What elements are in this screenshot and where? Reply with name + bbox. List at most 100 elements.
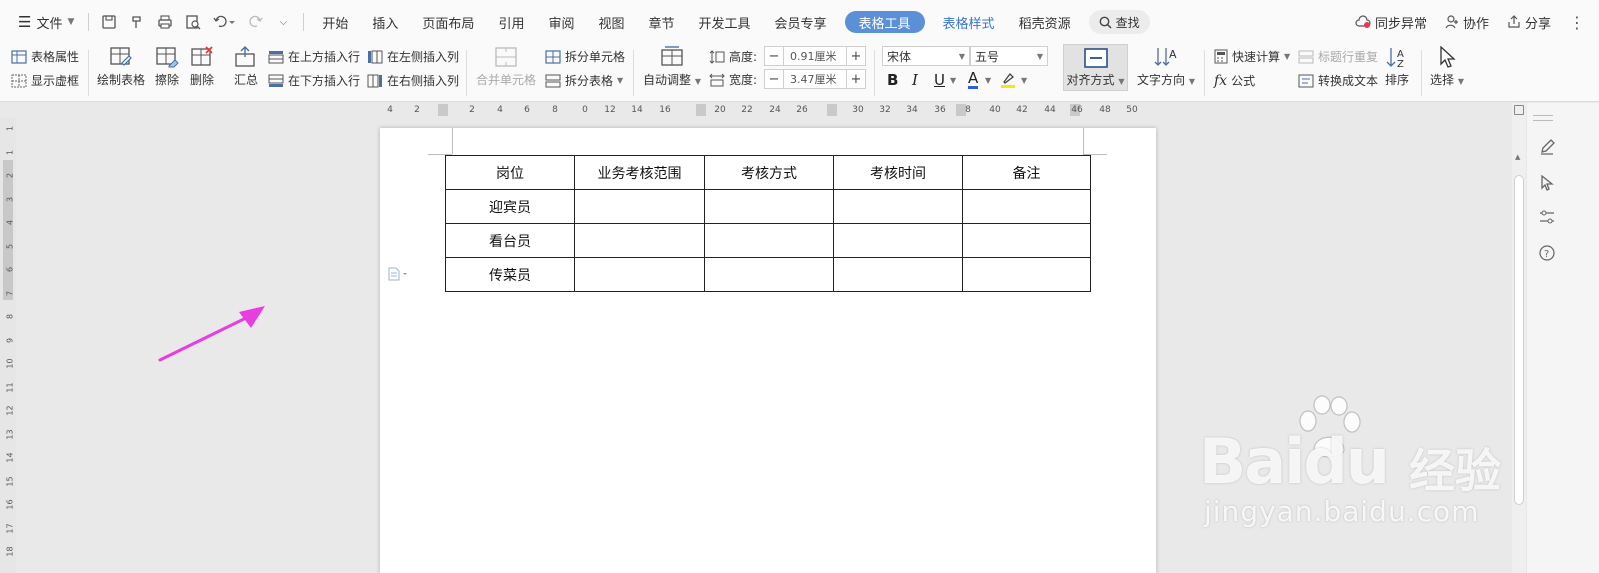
ruler-tick-label: 26: [796, 105, 808, 115]
quick-access-more-icon[interactable]: ⌵: [269, 8, 297, 36]
insert-col-right-button[interactable]: 在右侧插入列: [367, 72, 459, 89]
separator: [88, 13, 90, 31]
table-header-cell[interactable]: 岗位: [445, 155, 575, 190]
paragraph-options-icon[interactable]: [387, 267, 409, 284]
tab-table-style[interactable]: 表格样式: [931, 8, 1007, 36]
tab-docer-resources[interactable]: 稻壳资源: [1007, 8, 1083, 36]
select-button[interactable]: 选择 ▼: [1430, 46, 1464, 88]
ruler-column-marker[interactable]: [827, 104, 837, 116]
table-header-cell[interactable]: 备注: [962, 155, 1091, 190]
table-cell[interactable]: 看台员: [445, 223, 575, 258]
row-height-stepper[interactable]: − 0.91厘米 +: [764, 46, 866, 66]
print-icon[interactable]: [151, 8, 179, 36]
table-header-cell[interactable]: 考核时间: [833, 155, 963, 190]
table-cell[interactable]: [574, 257, 705, 292]
file-menu[interactable]: ☰ 文件 ▼: [10, 8, 82, 36]
table-cell[interactable]: [833, 257, 963, 292]
document-table[interactable]: 岗位 业务考核范围 考核方式 考核时间 备注 迎宾员 看台员 传菜员: [445, 155, 1091, 292]
align-button[interactable]: 对齐方式 ▼: [1063, 44, 1128, 91]
table-cell[interactable]: [574, 223, 705, 258]
table-cell[interactable]: 传菜员: [445, 257, 575, 292]
underline-button[interactable]: U: [934, 71, 945, 89]
repeat-header-button[interactable]: 标题行重复: [1298, 48, 1378, 65]
tab-table-tools[interactable]: 表格工具: [844, 11, 925, 33]
col-width-input[interactable]: 3.47厘米: [783, 70, 847, 88]
col-width-stepper[interactable]: − 3.47厘米 +: [764, 69, 866, 89]
underline-dropdown-icon[interactable]: ▼: [950, 76, 956, 85]
convert-to-text-button[interactable]: 转换成文本: [1298, 72, 1378, 89]
table-cell[interactable]: [704, 189, 834, 224]
font-name-select[interactable]: 宋体 ▼: [882, 46, 970, 66]
tab-insert[interactable]: 插入: [360, 8, 410, 36]
tab-developer[interactable]: 开发工具: [687, 8, 763, 36]
print-preview-icon[interactable]: [179, 8, 207, 36]
auto-fit-button[interactable]: 自动调整 ▼: [643, 46, 701, 88]
formula-button[interactable]: fx 公式: [1214, 72, 1255, 89]
sort-button[interactable]: AZ 排序: [1385, 46, 1409, 88]
highlight-button[interactable]: ▼: [999, 71, 1027, 89]
merge-cells-button[interactable]: 合并单元格: [476, 46, 536, 88]
width-increase-button[interactable]: +: [847, 70, 865, 88]
table-properties-button[interactable]: 表格属性: [11, 48, 79, 65]
scroll-up-arrow-icon[interactable]: ▲: [1515, 153, 1520, 161]
select-pointer-icon[interactable]: [1537, 173, 1557, 193]
font-color-button[interactable]: A: [968, 71, 979, 89]
insert-row-above-button[interactable]: 在上方插入行: [268, 48, 360, 65]
table-cell[interactable]: [962, 257, 1091, 292]
split-table-button[interactable]: 拆分表格 ▼: [545, 72, 623, 89]
insert-row-below-button[interactable]: 在下方插入行: [268, 72, 360, 89]
tab-view[interactable]: 视图: [586, 8, 636, 36]
search-button[interactable]: 查找: [1088, 10, 1150, 34]
table-cell[interactable]: [704, 223, 834, 258]
table-cell[interactable]: [833, 223, 963, 258]
help-icon[interactable]: ?: [1537, 243, 1557, 263]
height-decrease-button[interactable]: −: [765, 47, 783, 65]
row-height-input[interactable]: 0.91厘米: [783, 47, 847, 65]
font-color-dropdown-icon[interactable]: ▼: [985, 76, 991, 85]
width-decrease-button[interactable]: −: [765, 70, 783, 88]
table-header-cell[interactable]: 业务考核范围: [574, 155, 705, 190]
erase-button[interactable]: 擦除: [155, 46, 179, 88]
table-cell[interactable]: [704, 257, 834, 292]
table-cell[interactable]: [574, 189, 705, 224]
tab-chapter[interactable]: 章节: [636, 8, 686, 36]
delete-button[interactable]: 删除: [190, 46, 214, 88]
split-cells-button[interactable]: 拆分单元格: [545, 48, 625, 65]
font-size-select[interactable]: 五号 ▼: [970, 46, 1048, 66]
scroll-top-button[interactable]: [1514, 105, 1524, 115]
horizontal-ruler[interactable]: 4 2 2 4 6 8 0 12 14 16 20 22 24 26 30 32 34 36 8 40 42 44 46 48…: [380, 103, 1500, 119]
table-header-cell[interactable]: 考核方式: [704, 155, 834, 190]
table-cell[interactable]: [962, 189, 1091, 224]
share-button[interactable]: 分享: [1507, 8, 1551, 36]
text-direction-button[interactable]: A 文字方向 ▼: [1137, 46, 1195, 88]
ruler-column-marker[interactable]: [438, 104, 448, 116]
more-menu-icon[interactable]: ⋮: [1569, 8, 1585, 36]
collaborate-button[interactable]: 协作: [1445, 8, 1489, 36]
table-cell[interactable]: [962, 223, 1091, 258]
adjust-sliders-icon[interactable]: [1537, 207, 1557, 227]
insert-col-left-button[interactable]: 在左侧插入列: [367, 48, 459, 65]
tab-home[interactable]: 开始: [310, 8, 360, 36]
redo-icon[interactable]: [241, 8, 269, 36]
summary-button[interactable]: 汇总: [234, 46, 258, 88]
format-painter-icon[interactable]: [123, 8, 151, 36]
sync-status[interactable]: 同步异常: [1355, 8, 1427, 36]
table-cell[interactable]: [833, 189, 963, 224]
draw-table-button[interactable]: 绘制表格: [97, 46, 145, 88]
document-page[interactable]: 岗位 业务考核范围 考核方式 考核时间 备注 迎宾员 看台员 传菜员: [380, 128, 1156, 573]
tab-member[interactable]: 会员专享: [763, 8, 839, 36]
undo-icon[interactable]: [207, 8, 241, 36]
bold-button[interactable]: B: [887, 71, 898, 89]
save-icon[interactable]: [95, 8, 123, 36]
italic-button[interactable]: I: [912, 71, 918, 89]
tab-page-layout[interactable]: 页面布局: [410, 8, 486, 36]
edit-pen-icon[interactable]: [1537, 137, 1557, 157]
tab-review[interactable]: 审阅: [536, 8, 586, 36]
tab-references[interactable]: 引用: [486, 8, 536, 36]
vertical-ruler[interactable]: 1 1 2 3 4 5 6 7 8 9 10 11 12 13 14 15 16 17 18: [0, 118, 16, 573]
height-increase-button[interactable]: +: [847, 47, 865, 65]
ruler-column-marker[interactable]: [696, 104, 706, 116]
quick-calc-button[interactable]: 快速计算 ▼: [1214, 48, 1290, 65]
table-cell[interactable]: 迎宾员: [445, 189, 575, 224]
show-gridlines-button[interactable]: 显示虚框: [11, 72, 79, 89]
